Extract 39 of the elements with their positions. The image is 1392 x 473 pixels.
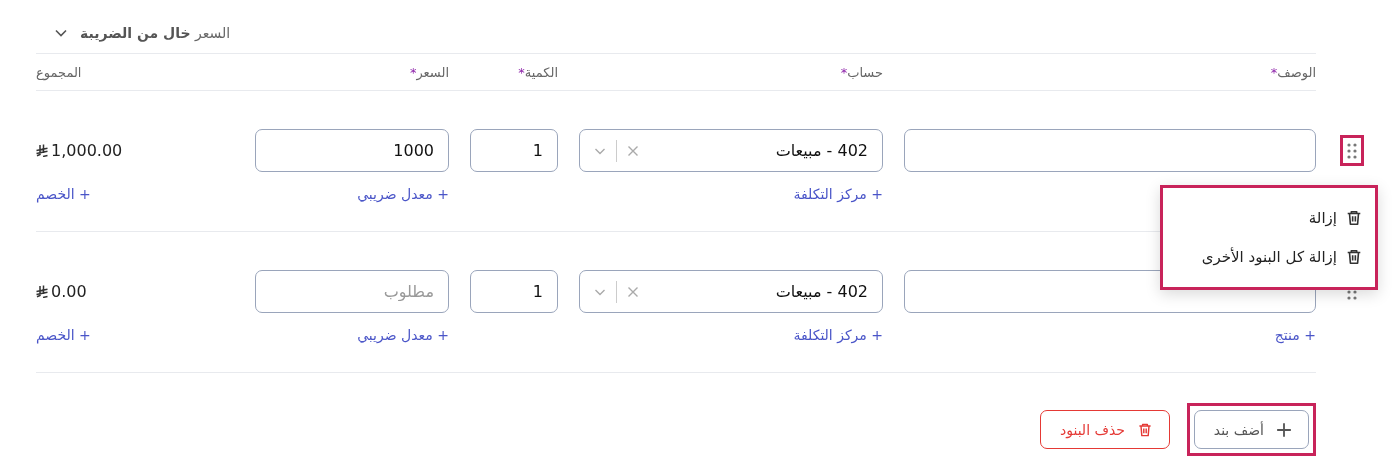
input-field[interactable]: 1 — [470, 129, 558, 172]
input-field[interactable]: مطلوب — [255, 270, 449, 313]
column-header: الكمية — [524, 64, 558, 80]
column-header: حساب — [847, 64, 883, 80]
currency-icon — [36, 285, 48, 298]
clear-icon — [627, 285, 639, 298]
total-amount: 1,000.00 — [51, 141, 123, 160]
account-select[interactable]: 402 - مبيعات — [579, 129, 883, 172]
input-field[interactable]: 1 — [470, 270, 558, 313]
add-link[interactable]: + مركز التكلفة — [793, 185, 883, 203]
add-link[interactable]: + الخصم — [36, 326, 91, 344]
menu-item[interactable]: إزالة — [1175, 208, 1363, 227]
delete-button[interactable]: حذف البنود — [1040, 410, 1170, 449]
column-header: الوصف — [1277, 64, 1316, 80]
trash-icon — [1345, 208, 1363, 227]
input-field[interactable]: 1000 — [255, 129, 449, 172]
add-link[interactable]: + معدل ضريبي — [357, 326, 449, 344]
add-button[interactable]: أضف بند — [1194, 410, 1309, 449]
clear-icon — [627, 144, 639, 157]
required-mark: * — [409, 64, 417, 80]
column-header: المجموع — [36, 64, 82, 80]
plus-icon — [1276, 421, 1292, 438]
column-header: السعر — [416, 64, 449, 80]
total-amount: 0.00 — [51, 282, 87, 301]
trash-icon — [1345, 248, 1363, 267]
required-mark: * — [840, 64, 848, 80]
add-link[interactable]: + مركز التكلفة — [793, 326, 883, 344]
account-select[interactable]: 402 - مبيعات — [579, 270, 883, 313]
required-mark: * — [1270, 64, 1278, 80]
add-link[interactable]: + معدل ضريبي — [357, 185, 449, 203]
trash-icon — [1137, 421, 1153, 438]
input-field[interactable] — [904, 129, 1316, 172]
add-link[interactable]: + الخصم — [36, 185, 91, 203]
required-mark: * — [518, 64, 525, 80]
section-title: السعر خال من الضريبة — [80, 25, 231, 41]
add-link[interactable]: + منتج — [1274, 326, 1316, 344]
menu-item[interactable]: إزالة كل البنود الأخرى — [1175, 248, 1363, 267]
drag-handle[interactable] — [1340, 135, 1364, 166]
currency-icon — [36, 144, 48, 157]
